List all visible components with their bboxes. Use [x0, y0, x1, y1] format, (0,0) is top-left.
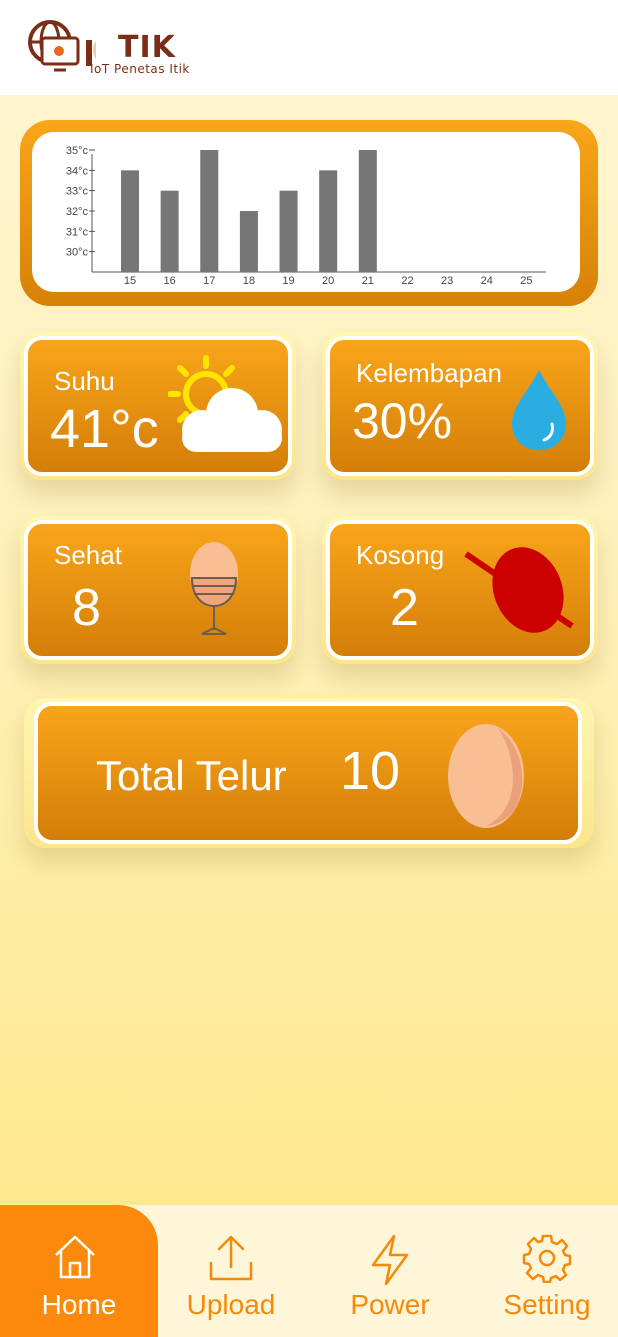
nav-upload[interactable]: Upload — [158, 1205, 304, 1337]
total-telur-card[interactable]: Total Telur 10 — [24, 698, 594, 848]
y-tick-label: 33°c — [66, 186, 89, 198]
brand-name: TIK — [118, 30, 176, 65]
nav-upload-label: Upload — [186, 1289, 276, 1320]
bar — [239, 211, 258, 272]
suhu-card[interactable]: Suhu 41°c — [20, 332, 296, 480]
nav-power-label: Power — [350, 1289, 430, 1320]
y-tick-label: 35°c — [66, 145, 89, 157]
brand-subtitle: IoT Penetas Itik — [90, 62, 190, 76]
x-tick-label: 19 — [282, 275, 294, 287]
egg-icon — [448, 724, 524, 828]
nav-home-label: Home — [41, 1289, 117, 1320]
bar — [121, 170, 139, 272]
x-tick-label: 16 — [164, 275, 176, 287]
chart-panel: 30°c 31°c 32°c 33°c 34°c 35°c 15 16 17 18 19 20 21 22… — [32, 132, 580, 292]
x-tick-label: 15 — [124, 275, 136, 287]
x-tick-label: 24 — [481, 275, 493, 287]
egg-cup-icon — [190, 542, 238, 635]
suhu-label: Suhu — [54, 366, 115, 396]
y-tick-label: 30°c — [66, 247, 89, 259]
home-icon — [55, 1235, 95, 1279]
nav-setting[interactable]: Setting — [476, 1205, 618, 1337]
total-value: 10 — [340, 741, 401, 801]
bar — [319, 170, 338, 272]
bar — [358, 150, 377, 272]
x-tick-label: 25 — [520, 275, 532, 287]
temperature-bar-chart: 30°c 31°c 32°c 33°c 34°c 35°c 15 16 17 18 19 20 21 22… — [66, 145, 546, 287]
bar — [279, 190, 298, 272]
kosong-value: 2 — [390, 579, 419, 637]
sehat-value: 8 — [72, 579, 101, 637]
nav-home[interactable]: Home — [0, 1205, 158, 1337]
kelembapan-label: Kelembapan — [356, 358, 502, 388]
sun-cloud-icon — [168, 355, 282, 452]
kosong-card[interactable]: Kosong 2 — [322, 516, 598, 664]
y-tick-label: 31°c — [66, 226, 89, 238]
suhu-value: 41°c — [50, 399, 159, 459]
x-tick-label: 20 — [322, 275, 334, 287]
crossed-egg-icon — [464, 547, 574, 633]
kelembapan-value: 30% — [352, 393, 453, 449]
upload-icon — [209, 1235, 253, 1281]
kosong-label: Kosong — [356, 540, 445, 570]
gear-icon — [522, 1234, 572, 1283]
bottom-nav: Home Upload Power Setting — [0, 1205, 618, 1337]
total-label: Total Telur — [96, 752, 287, 799]
x-tick-label: 21 — [362, 275, 374, 287]
bar — [160, 190, 179, 272]
water-drop-icon — [512, 370, 566, 450]
y-tick-label: 34°c — [66, 165, 89, 177]
bar — [200, 150, 219, 272]
lightning-icon — [371, 1234, 409, 1286]
sehat-label: Sehat — [54, 540, 122, 570]
x-tick-label: 23 — [441, 275, 453, 287]
y-tick-label: 32°c — [66, 206, 89, 218]
x-tick-label: 22 — [401, 275, 413, 287]
app-header: TIK IoT Penetas Itik — [0, 0, 618, 95]
temperature-chart-card: 30°c 31°c 32°c 33°c 34°c 35°c 15 16 17 18 19 20 21 22… — [20, 120, 598, 306]
kelembapan-card[interactable]: Kelembapan 30% — [322, 332, 598, 480]
nav-setting-label: Setting — [503, 1289, 591, 1320]
x-tick-label: 17 — [203, 275, 215, 287]
logo-icon — [28, 20, 96, 72]
sehat-card[interactable]: Sehat 8 — [20, 516, 296, 664]
nav-power[interactable]: Power — [304, 1205, 476, 1337]
x-tick-label: 18 — [243, 275, 255, 287]
